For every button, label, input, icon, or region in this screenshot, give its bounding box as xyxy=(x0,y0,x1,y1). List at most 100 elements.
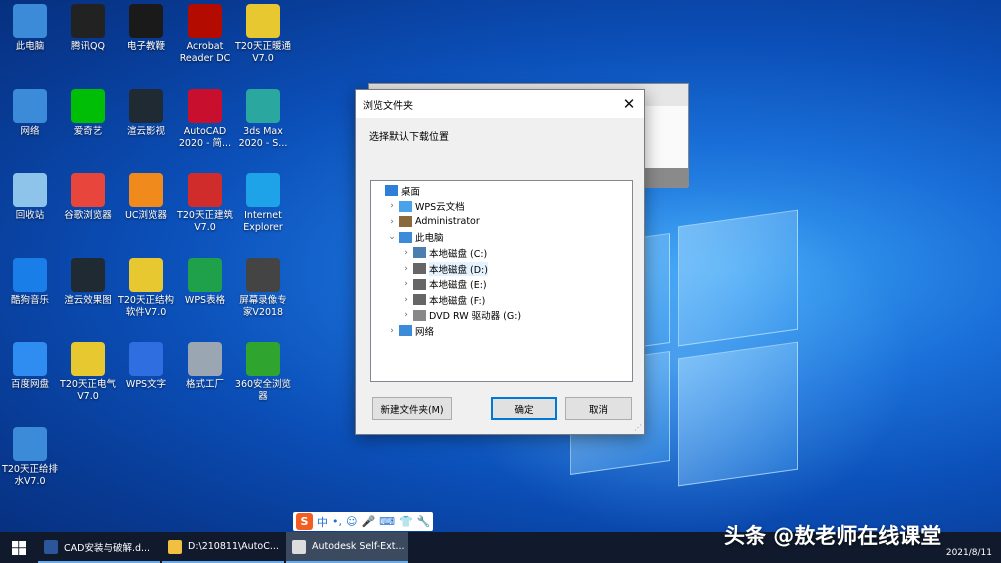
dialog-titlebar[interactable]: 浏览文件夹 ✕ xyxy=(356,90,644,118)
tree-node[interactable]: › 本地磁盘 (F:) xyxy=(401,292,485,307)
desktop-icon-label: T20天正建筑 V7.0 xyxy=(177,210,233,233)
taskbar-item[interactable]: CAD安装与破解.d... xyxy=(38,532,160,563)
ime-keyboard-icon[interactable]: ⌨ xyxy=(379,515,395,528)
ime-mode-toggle[interactable]: 中 xyxy=(317,514,328,530)
desktop-icon[interactable]: AutoCAD 2020 - 简... xyxy=(175,89,235,150)
tree-node[interactable]: › Administrator xyxy=(387,214,480,229)
desktop-icon[interactable]: 回收站 xyxy=(0,173,60,222)
desktop-icon-label: Internet Explorer xyxy=(243,210,283,233)
windows-start-icon xyxy=(12,540,26,555)
taskbar-item[interactable]: D:\210811\AutoC... xyxy=(162,532,284,563)
desktop-icon[interactable]: 百度网盘 xyxy=(0,342,60,391)
desktop-folder-icon xyxy=(385,185,398,196)
tree-node[interactable]: › 本地磁盘 (C:) xyxy=(401,245,487,260)
desktop-icon[interactable]: T20天正暖通 V7.0 xyxy=(233,4,293,65)
dialog-instruction: 选择默认下载位置 xyxy=(369,132,449,143)
tree-node-label: 此电脑 xyxy=(415,233,444,245)
desktop-icon-label: 格式工厂 xyxy=(185,379,224,390)
user-icon xyxy=(399,216,412,228)
folder-tree[interactable]: 桌面 › WPS云文档 › Administrator ⌄ 此电脑 › 本地磁盘 (C:) › 本地… xyxy=(370,180,633,382)
desktop-icon[interactable]: 3ds Max 2020 - S... xyxy=(233,89,293,150)
autocad-icon xyxy=(188,89,222,123)
wps-sheet-icon xyxy=(188,258,222,292)
desktop-icon[interactable]: 腾讯QQ xyxy=(58,4,118,53)
desktop-icon[interactable]: 此电脑 xyxy=(0,4,60,53)
chevron-icon[interactable]: › xyxy=(401,264,411,274)
chevron-icon[interactable]: › xyxy=(401,248,411,258)
desktop-icon[interactable]: T20天正建筑 V7.0 xyxy=(175,173,235,234)
tree-node[interactable]: › 本地磁盘 (D:) xyxy=(401,261,488,276)
desktop-icon[interactable]: Acrobat Reader DC xyxy=(175,4,235,65)
screen-recorder-icon xyxy=(246,258,280,292)
tree-node-label: 桌面 xyxy=(401,186,421,198)
chevron-icon[interactable]: › xyxy=(401,279,411,289)
tree-node[interactable]: › WPS云文档 xyxy=(387,199,465,214)
tree-node-label: DVD RW 驱动器 (G:) xyxy=(429,311,522,323)
taskbar-items: CAD安装与破解.d... D:\210811\AutoC... Autodesk … xyxy=(38,532,410,563)
desktop-icon[interactable]: 屏幕录像专 家V2018 xyxy=(233,258,293,319)
desktop-icon[interactable]: 360安全浏览 器 xyxy=(233,342,293,403)
sogou-logo-icon[interactable]: S xyxy=(296,513,313,530)
desktop-icon[interactable]: T20天正电气 V7.0 xyxy=(58,342,118,403)
tree-node-label: 本地磁盘 (D:) xyxy=(429,261,488,276)
chevron-icon[interactable]: › xyxy=(387,217,397,227)
ime-skin-icon[interactable]: 👕 xyxy=(399,515,413,528)
desktop-icon-label: 百度网盘 xyxy=(10,379,49,390)
taskbar-item[interactable]: Autodesk Self-Ext... xyxy=(286,532,408,563)
xuanyun-video-icon xyxy=(129,89,163,123)
tree-node[interactable]: 桌面 xyxy=(373,183,420,198)
desktop-icon-label: WPS文字 xyxy=(125,379,167,390)
cancel-button[interactable]: 取消 xyxy=(565,397,632,420)
folder-icon xyxy=(168,539,182,554)
taskbar-item-label: CAD安装与破解.d... xyxy=(64,542,151,554)
tree-node[interactable]: › DVD RW 驱动器 (G:) xyxy=(401,308,521,323)
desktop-icon[interactable]: 电子教鞭 xyxy=(116,4,176,53)
desktop-icon-label: 360安全浏览 器 xyxy=(234,379,292,402)
browse-folder-dialog: 浏览文件夹 ✕ 选择默认下载位置 桌面 › WPS云文档 › Administrator… xyxy=(355,89,645,435)
desktop-icon[interactable]: T20天正结构 软件V7.0 xyxy=(116,258,176,319)
desktop-icon[interactable]: UC浏览器 xyxy=(116,173,176,222)
close-button[interactable]: ✕ xyxy=(614,90,644,118)
desktop-icon-label: AutoCAD 2020 - 简... xyxy=(178,126,232,149)
desktop-icon[interactable]: WPS表格 xyxy=(175,258,235,307)
desktop-icon-label: 3ds Max 2020 - S... xyxy=(238,126,288,149)
wps-writer-icon xyxy=(129,342,163,376)
ime-tools-icon[interactable]: 🔧 xyxy=(417,515,431,528)
chevron-icon[interactable]: › xyxy=(387,201,397,211)
desktop-icon[interactable]: 格式工厂 xyxy=(175,342,235,391)
desktop-icon[interactable]: T20天正给排 水V7.0 xyxy=(0,427,60,488)
ime-toolbar[interactable]: S 中 •, ☺ 🎤 ⌨ 👕 🔧 xyxy=(293,512,434,531)
ime-emoji-icon[interactable]: ☺ xyxy=(346,515,357,528)
ime-voice-icon[interactable]: 🎤 xyxy=(361,515,375,528)
chevron-icon[interactable]: › xyxy=(387,326,397,336)
word-icon xyxy=(44,539,58,554)
desktop-icon[interactable]: 渲云影视 xyxy=(116,89,176,138)
tree-node-label: WPS云文档 xyxy=(415,202,465,214)
network-icon xyxy=(399,325,412,337)
tree-node-label: 本地磁盘 (F:) xyxy=(429,295,486,307)
desktop-icon[interactable]: Internet Explorer xyxy=(233,173,293,234)
desktop-icon[interactable]: 谷歌浏览器 xyxy=(58,173,118,222)
ime-punct-icon[interactable]: •, xyxy=(332,515,342,528)
desktop-icon[interactable]: 渲云效果图 xyxy=(58,258,118,307)
start-button[interactable] xyxy=(0,532,38,563)
chevron-icon[interactable]: › xyxy=(401,310,411,320)
desktop-icon-label: 屏幕录像专 家V2018 xyxy=(239,295,287,318)
ok-button[interactable]: 确定 xyxy=(491,397,557,420)
desktop-icon[interactable]: 酷狗音乐 xyxy=(0,258,60,307)
tree-node[interactable]: › 本地磁盘 (E:) xyxy=(401,277,487,292)
new-folder-button[interactable]: 新建文件夹(M) xyxy=(372,397,452,420)
desktop-icon[interactable]: 网络 xyxy=(0,89,60,138)
t20-elec-icon xyxy=(71,342,105,376)
chrome-icon xyxy=(71,173,105,207)
desktop-icon[interactable]: WPS文字 xyxy=(116,342,176,391)
tree-node[interactable]: ⌄ 此电脑 xyxy=(387,230,444,245)
tree-node[interactable]: › 网络 xyxy=(387,323,434,338)
tray-date[interactable]: 2021/8/11 xyxy=(946,548,992,558)
desktop-icon[interactable]: 爱奇艺 xyxy=(58,89,118,138)
t20-arch-icon xyxy=(188,173,222,207)
chevron-icon[interactable]: › xyxy=(401,295,411,305)
chevron-icon[interactable]: ⌄ xyxy=(387,232,397,242)
desktop-icon-label: T20天正给排 水V7.0 xyxy=(2,464,58,487)
resize-grip-icon[interactable]: ⋰ xyxy=(634,423,642,432)
